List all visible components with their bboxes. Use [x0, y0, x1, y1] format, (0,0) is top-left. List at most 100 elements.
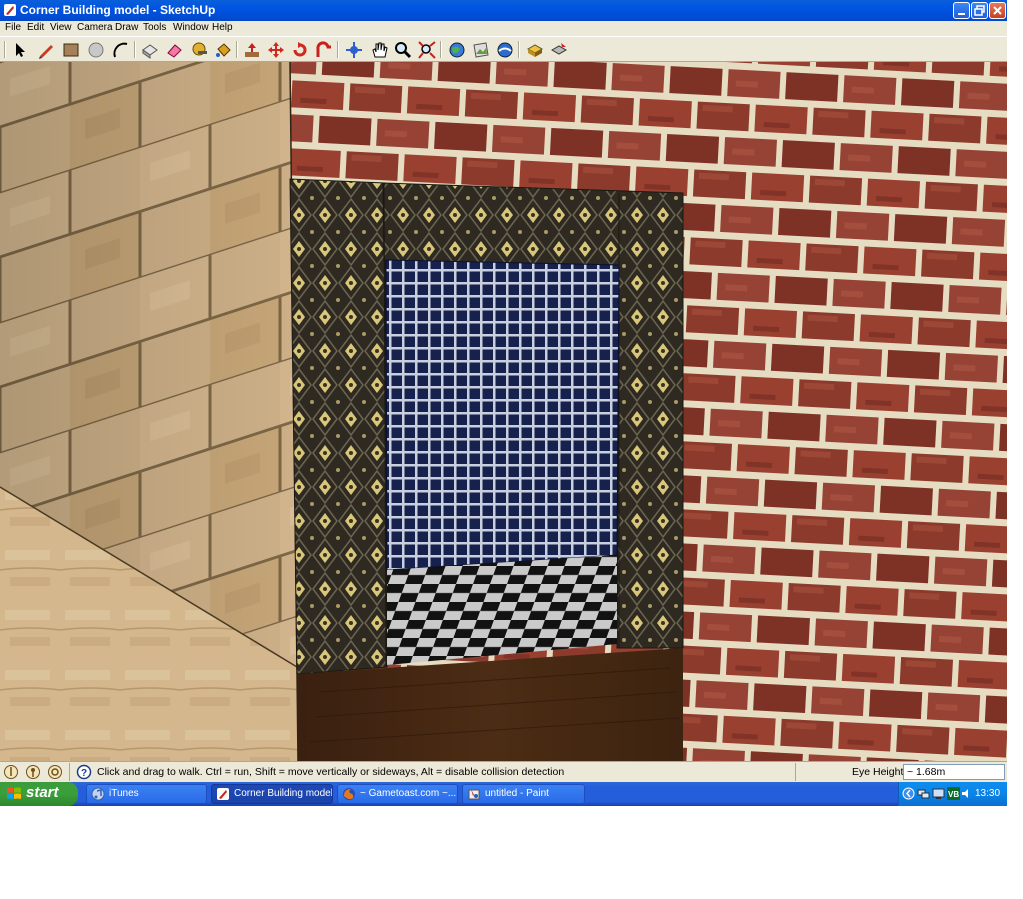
- share-globe-icon: [497, 42, 513, 58]
- move-tool-button[interactable]: [265, 39, 287, 60]
- move-arrows-icon: [268, 42, 284, 58]
- monitor-icon[interactable]: [932, 787, 945, 800]
- menu-help[interactable]: Help: [212, 22, 233, 33]
- make-component-button[interactable]: [139, 39, 161, 60]
- restore-button[interactable]: [971, 2, 988, 19]
- taskbar-clock[interactable]: 13:30: [975, 788, 1000, 799]
- windows-logo-icon: [7, 787, 21, 799]
- show-hidden-icons-button[interactable]: [902, 787, 915, 800]
- menu-camera[interactable]: Camera: [77, 22, 113, 33]
- globe-icon: [449, 42, 465, 58]
- photo-texture-button[interactable]: [470, 39, 492, 60]
- eraser-icon: [167, 44, 182, 58]
- place-model-icon: [550, 43, 568, 55]
- scene-canvas[interactable]: [0, 62, 1007, 761]
- status-bar: ? Click and drag to walk. Ctrl = run, Sh…: [0, 761, 1007, 782]
- menu-tools[interactable]: Tools: [143, 22, 166, 33]
- minimize-button[interactable]: [953, 2, 970, 19]
- close-button[interactable]: [989, 2, 1006, 19]
- follow-me-button[interactable]: [313, 39, 335, 60]
- close-icon: [993, 6, 1002, 15]
- menu-view[interactable]: View: [50, 22, 72, 33]
- component-icon: [142, 44, 158, 59]
- minimize-icon: [958, 13, 965, 15]
- sketchup-app-icon: [4, 4, 16, 16]
- tiled-back-wall[interactable]: [385, 259, 620, 571]
- pan-tool-button[interactable]: [368, 39, 390, 60]
- menu-file[interactable]: File: [5, 22, 21, 33]
- svg-text:VB: VB: [948, 790, 959, 799]
- toolbar-separator: [518, 41, 520, 58]
- sketchup-task-icon: [217, 788, 229, 800]
- components-button[interactable]: [524, 39, 546, 60]
- 3d-viewport[interactable]: [0, 62, 1007, 761]
- volume-icon[interactable]: [960, 787, 973, 800]
- push-pull-button[interactable]: [241, 39, 263, 60]
- start-label: start: [26, 784, 59, 801]
- svg-text:?: ?: [81, 768, 87, 779]
- paint-icon: [468, 789, 480, 800]
- menu-edit[interactable]: Edit: [27, 22, 44, 33]
- restore-icon: [974, 5, 985, 16]
- pencil-icon: [39, 45, 53, 59]
- task-paint[interactable]: untitled - Paint: [462, 784, 585, 804]
- paint-bucket-button[interactable]: [212, 39, 234, 60]
- line-tool-button[interactable]: [35, 39, 57, 60]
- tape-measure-icon: [192, 42, 207, 56]
- menu-draw[interactable]: Draw: [115, 22, 138, 33]
- itunes-icon: [91, 787, 105, 801]
- credits-icon[interactable]: [25, 764, 41, 780]
- status-divider: [69, 763, 70, 781]
- zoom-tool-button[interactable]: [392, 39, 414, 60]
- geo-location-icon[interactable]: [3, 764, 19, 780]
- share-model-button[interactable]: [494, 39, 516, 60]
- title-bar[interactable]: Corner Building model - SketchUp: [0, 0, 1007, 21]
- toolbar-separator: [236, 41, 238, 58]
- menu-window[interactable]: Window: [173, 22, 209, 33]
- hand-icon: [372, 42, 388, 58]
- zoom-extents-button[interactable]: [416, 39, 438, 60]
- arc-tool-button[interactable]: [110, 39, 132, 60]
- toolbar-separator: [134, 41, 136, 58]
- eye-height-field[interactable]: [903, 764, 1005, 780]
- circle-icon: [88, 42, 104, 58]
- user-icon[interactable]: [47, 764, 63, 780]
- system-tray: VB 13:30: [898, 782, 1007, 806]
- tape-measure-button[interactable]: [188, 39, 210, 60]
- network-icon[interactable]: [917, 787, 930, 800]
- firefox-icon: [343, 788, 355, 800]
- rotate-tool-button[interactable]: [289, 39, 311, 60]
- photo-texture-icon: [473, 42, 489, 58]
- toolbar-separator: [337, 41, 339, 58]
- window-title: Corner Building model - SketchUp: [20, 3, 216, 17]
- task-itunes[interactable]: iTunes: [86, 784, 207, 804]
- task-sketchup[interactable]: Corner Building model...: [211, 784, 333, 804]
- select-tool-button[interactable]: [8, 39, 30, 60]
- follow-me-icon: [316, 41, 331, 57]
- help-icon[interactable]: ?: [76, 764, 92, 780]
- menu-bar: File Edit View Camera Draw Tools Window …: [0, 21, 1007, 36]
- zoom-extents-icon: [418, 41, 436, 59]
- status-divider: [795, 763, 796, 781]
- windows-taskbar: start iTunes Corner Building model... ~ …: [0, 782, 1007, 806]
- status-message: Click and drag to walk. Ctrl = run, Shif…: [97, 766, 565, 778]
- orbit-icon: [346, 42, 362, 58]
- toolbar-separator: [440, 41, 442, 58]
- antivirus-icon[interactable]: VB: [947, 787, 960, 800]
- push-pull-icon: [245, 43, 259, 57]
- eye-height-label: Eye Height: [852, 766, 904, 778]
- paint-bucket-icon: [216, 43, 231, 57]
- toolbar: [0, 36, 1007, 62]
- start-button[interactable]: start: [0, 782, 78, 806]
- rotate-icon: [293, 42, 307, 57]
- place-model-button[interactable]: [548, 39, 570, 60]
- magnifier-icon: [395, 42, 412, 59]
- eraser-tool-button[interactable]: [163, 39, 185, 60]
- select-arrow-icon: [16, 43, 25, 57]
- task-firefox[interactable]: ~ Gametoast.com ~...: [337, 784, 458, 804]
- get-models-button[interactable]: [446, 39, 468, 60]
- orbit-tool-button[interactable]: [343, 39, 365, 60]
- toolbar-grip[interactable]: [4, 41, 6, 58]
- rectangle-tool-button[interactable]: [60, 39, 82, 60]
- circle-tool-button[interactable]: [85, 39, 107, 60]
